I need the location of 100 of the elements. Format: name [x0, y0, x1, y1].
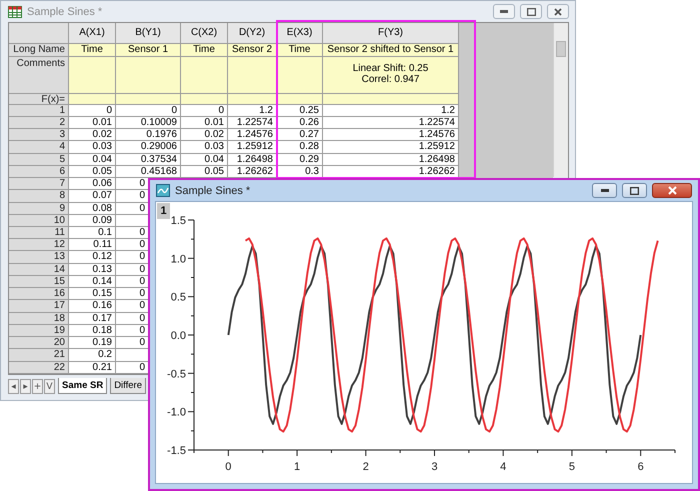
row-number[interactable]: 22	[9, 362, 69, 374]
row-number[interactable]: 1	[9, 104, 69, 117]
table-cell: 0.09	[69, 214, 116, 228]
tick-label: 5	[568, 461, 575, 473]
table-cell: 0.37534	[116, 154, 181, 166]
table-cell: 0.27	[277, 129, 323, 142]
tick-label: 0.0	[170, 330, 186, 342]
tick-label: 1.5	[170, 215, 186, 227]
table-cell: 0.03	[69, 141, 116, 154]
tick-label: 2	[362, 461, 369, 473]
tick-label: 3	[431, 461, 438, 473]
table-cell	[181, 56, 228, 94]
row-label: Comments	[9, 56, 69, 94]
table-cell: 0.11	[69, 239, 116, 252]
sheet-nav-button[interactable]: V	[44, 379, 55, 394]
row-number[interactable]: 9	[9, 202, 69, 215]
close-icon	[668, 186, 676, 195]
table-cell: 0.05	[69, 166, 116, 178]
table-cell: 1.25912	[228, 141, 277, 154]
table-cell: 0.04	[181, 154, 228, 166]
table-cell: Sensor 2 shifted to Sensor 1	[323, 44, 459, 57]
scroll-thumb[interactable]	[556, 41, 566, 57]
row-number[interactable]: 15	[9, 276, 69, 288]
table-cell	[69, 94, 116, 105]
layer-badge[interactable]: 1	[157, 203, 170, 219]
restore-button[interactable]	[622, 183, 647, 198]
sheet-tab[interactable]: Same SR	[58, 378, 108, 394]
table-cell: 1.22574	[323, 116, 459, 130]
corner-cell[interactable]	[9, 23, 69, 44]
column-header[interactable]: A(X1)	[69, 23, 116, 44]
tick-label: 4	[500, 461, 506, 473]
sheet-nav-button[interactable]: ◂	[8, 379, 19, 394]
column-header[interactable]: B(Y1)	[116, 23, 181, 44]
row-number[interactable]: 7	[9, 178, 69, 190]
table-cell: 0.29006	[116, 141, 181, 154]
row-number[interactable]: 20	[9, 337, 69, 350]
minimize-button[interactable]	[493, 4, 515, 19]
minimize-button[interactable]	[592, 183, 617, 198]
table-cell: 0.12	[69, 251, 116, 264]
row-label: F(x)=	[9, 94, 69, 105]
row-number[interactable]: 14	[9, 264, 69, 276]
row-number[interactable]: 19	[9, 324, 69, 338]
table-cell: Linear Shift: 0.25 Correl: 0.947	[323, 56, 459, 94]
table-cell: 0.16	[69, 300, 116, 313]
table-cell: 0.01	[181, 116, 228, 130]
restore-button[interactable]	[520, 4, 542, 19]
row-number[interactable]: 2	[9, 116, 69, 130]
sheet-nav-button[interactable]: +	[32, 379, 43, 394]
window-title: Sample Sines *	[27, 6, 102, 18]
table-cell: 0	[116, 251, 149, 264]
table-cell: Time	[69, 44, 116, 57]
table-cell: 1.26498	[228, 154, 277, 166]
column-header[interactable]: C(X2)	[181, 23, 228, 44]
row-number[interactable]: 13	[9, 251, 69, 264]
row-number[interactable]: 8	[9, 190, 69, 203]
table-cell: 1.24576	[228, 129, 277, 142]
row-number[interactable]: 16	[9, 288, 69, 300]
row-number[interactable]: 17	[9, 300, 69, 313]
row-number[interactable]: 21	[9, 349, 69, 362]
table-cell: 0.1976	[116, 129, 181, 142]
table-cell: 0	[116, 337, 149, 350]
table-cell: 0.21	[69, 362, 116, 374]
row-number[interactable]: 3	[9, 129, 69, 142]
table-cell: Sensor 2	[228, 44, 277, 57]
table-cell: 0.1	[69, 227, 116, 240]
table-cell: 0.19	[69, 337, 116, 350]
table-cell: 0.01	[69, 116, 116, 130]
table-cell: 0.02	[69, 129, 116, 142]
table-cell: 0.2	[69, 349, 116, 362]
table-cell: 1.2	[228, 104, 277, 117]
spreadsheet-icon	[8, 6, 22, 18]
column-header[interactable]: D(Y2)	[228, 23, 277, 44]
row-number[interactable]: 11	[9, 227, 69, 240]
row-number[interactable]: 18	[9, 312, 69, 325]
table-cell: 0.26	[277, 116, 323, 130]
table-cell: 0.08	[69, 202, 116, 215]
table-cell	[228, 56, 277, 94]
table-cell: 0.18	[69, 324, 116, 338]
window-title: Sample Sines *	[175, 184, 250, 196]
table-cell: 0.03	[181, 141, 228, 154]
table-cell: 1.24576	[323, 129, 459, 142]
minimize-icon	[500, 10, 508, 13]
column-header[interactable]: F(Y3)	[323, 23, 459, 44]
restore-icon	[526, 8, 536, 16]
sheet-nav-button[interactable]: ▸	[20, 379, 31, 394]
row-number[interactable]: 5	[9, 154, 69, 166]
tick-label: -1.0	[167, 406, 186, 419]
table-cell: 0.25	[277, 104, 323, 117]
column-header[interactable]: E(X3)	[277, 23, 323, 44]
close-button[interactable]	[547, 4, 569, 19]
table-cell: 0.13	[69, 264, 116, 276]
minimize-icon	[600, 189, 608, 192]
close-button[interactable]	[652, 183, 692, 198]
table-cell: 0.10009	[116, 116, 181, 130]
row-number[interactable]: 4	[9, 141, 69, 154]
row-number[interactable]: 6	[9, 166, 69, 178]
sheet-tab[interactable]: Differe	[110, 378, 146, 394]
row-number[interactable]: 12	[9, 239, 69, 252]
row-number[interactable]: 10	[9, 214, 69, 228]
scrollbar[interactable]	[553, 23, 568, 177]
